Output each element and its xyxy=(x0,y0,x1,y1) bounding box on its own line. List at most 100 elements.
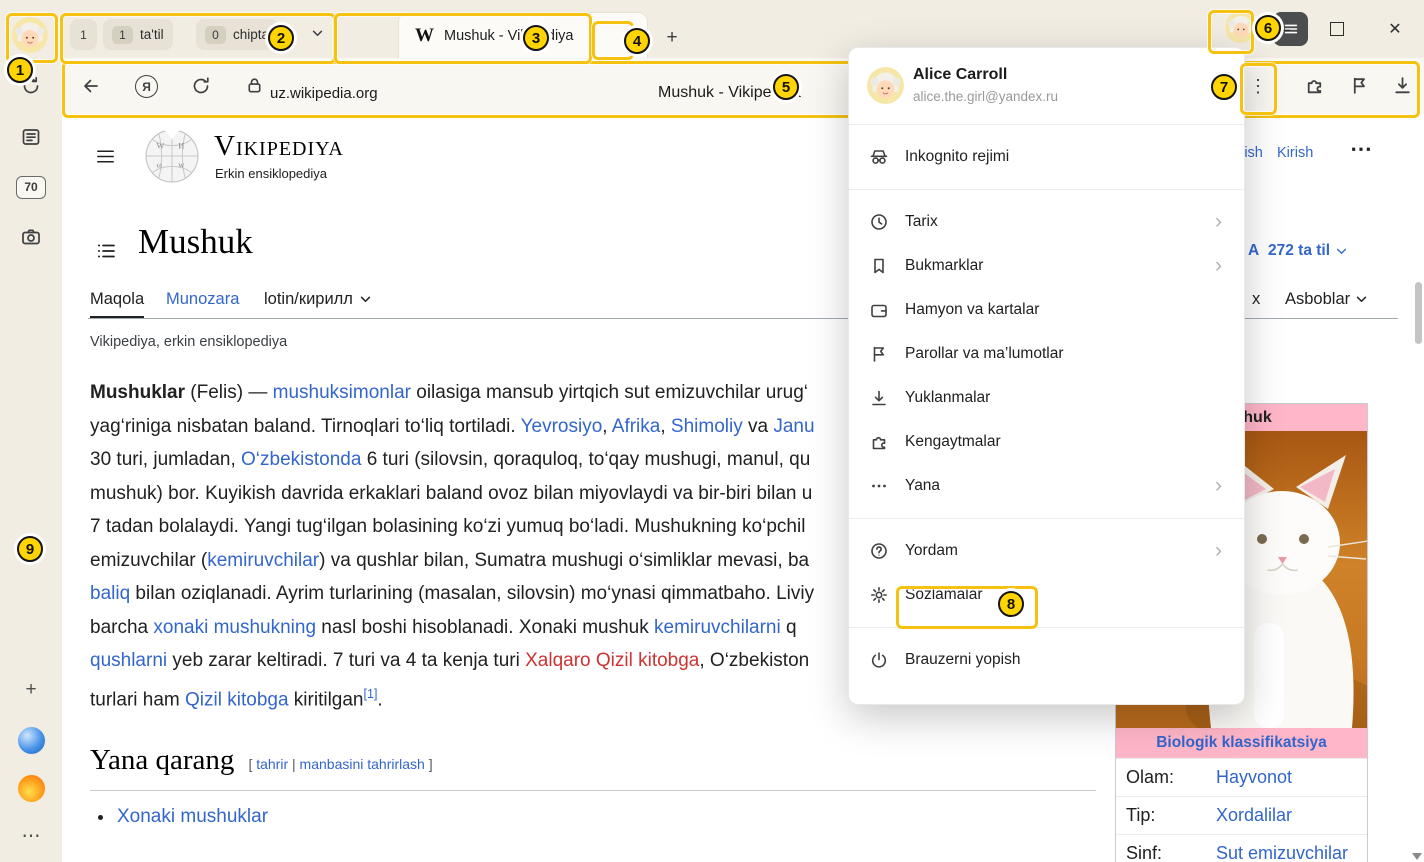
see-also-link[interactable]: Xonaki mushuklar xyxy=(117,806,268,828)
edit-source-link[interactable]: manbasini tahrirlash xyxy=(300,756,425,772)
menu-item-history[interactable]: Tarix› xyxy=(849,200,1244,244)
chevron-down-icon[interactable] xyxy=(312,30,323,37)
profile-avatar[interactable] xyxy=(12,17,48,53)
language-selector[interactable]: 272 ta til xyxy=(1268,242,1347,260)
help-icon xyxy=(869,541,889,561)
taxobox-row-value[interactable]: Xordalilar xyxy=(1216,805,1292,826)
tab-group-label: ta'til xyxy=(140,27,164,42)
tab-group-collapsed[interactable]: 1 xyxy=(70,19,97,50)
wiki-link[interactable]: mushuksimonlar xyxy=(273,382,411,403)
wiki-more-icon[interactable]: ⋯ xyxy=(1350,136,1373,162)
menu-divider xyxy=(849,518,1244,519)
lock-icon[interactable] xyxy=(245,76,267,98)
menu-item-label: Yana xyxy=(905,477,1199,495)
language-icon-partial: A xyxy=(1248,242,1259,260)
wiki-link[interactable]: Xalqaro Qizil kitobga xyxy=(525,650,699,671)
tools-menu[interactable]: Asboblar xyxy=(1285,290,1367,309)
browser-window: 70 + ⋯ 1 1 ta'til 0 chipta xyxy=(0,0,1424,862)
address-domain[interactable]: uz.wikipedia.org xyxy=(270,85,378,102)
wiki-link[interactable]: baliq xyxy=(90,583,130,604)
menu-item-downloads[interactable]: Yuklanmalar xyxy=(849,376,1244,420)
callout-6: 6 xyxy=(1255,15,1281,41)
tab-talk[interactable]: Munozara xyxy=(166,290,239,309)
chevron-right-icon: › xyxy=(1215,212,1222,232)
edit-link[interactable]: tahrir xyxy=(256,756,288,772)
taxobox-row: Tip:Xordalilar xyxy=(1116,796,1367,834)
tab-group-chipta[interactable]: 0 chipta xyxy=(196,19,278,50)
menu-item-settings[interactable]: Sozlamalar xyxy=(849,573,1244,617)
menu-items: Inkognito rejimi Tarix›Bukmarklar› Hamyon … xyxy=(849,125,1244,682)
wiki-link[interactable]: kemiruvchilar xyxy=(207,550,319,571)
taxobox-row-value[interactable]: Sut emizuvchilar xyxy=(1216,843,1348,862)
wiki-link[interactable]: Janu xyxy=(773,416,814,437)
menu-item-wallet[interactable]: Hamyon va kartalar xyxy=(849,288,1244,332)
collections-icon[interactable] xyxy=(0,125,62,149)
wiki-link[interactable]: Qizil kitobga xyxy=(185,689,289,710)
services-logo-icon[interactable] xyxy=(0,774,62,802)
maximize-button[interactable] xyxy=(1323,16,1351,42)
passwords-icon[interactable] xyxy=(1349,75,1371,97)
tab-group-label: chipta xyxy=(233,27,269,42)
profile-header[interactable]: Alice Carroll alice.the.girl@yandex.ru xyxy=(849,48,1244,125)
menu-item-help[interactable]: Yordam› xyxy=(849,529,1244,573)
wiki-text: q xyxy=(781,617,797,638)
score-badge[interactable]: 70 xyxy=(0,175,62,199)
wiki-link[interactable]: O‘zbekistonda xyxy=(241,449,361,470)
wiki-link[interactable]: Yevrosiyo xyxy=(521,416,603,437)
scroll-down-icon[interactable] xyxy=(1412,853,1422,860)
profile-avatar xyxy=(867,67,904,104)
back-button[interactable] xyxy=(80,75,102,97)
refresh-button[interactable] xyxy=(190,75,212,97)
wiki-link[interactable]: qushlarni xyxy=(90,650,167,671)
sidebar-more-icon[interactable]: ⋯ xyxy=(0,824,62,848)
menu-item-passwords[interactable]: Parollar va ma’lumotlar xyxy=(849,332,1244,376)
svg-text:И: И xyxy=(178,142,184,151)
yandex-search-icon[interactable]: Я xyxy=(135,75,157,97)
wikipedia-favicon: W xyxy=(415,25,434,47)
callout-2: 2 xyxy=(268,25,294,51)
wiki-link[interactable]: Afrika xyxy=(612,416,661,437)
wiki-menu-icon[interactable] xyxy=(95,146,116,167)
see-also-heading: Yana qarang[ tahrir | manbasini tahrirla… xyxy=(90,744,433,777)
scrollbar-thumb[interactable] xyxy=(1415,282,1422,344)
wiki-link[interactable]: Shimoliy xyxy=(671,416,743,437)
profile-name: Alice Carroll xyxy=(913,66,1007,84)
menu-item-extensions[interactable]: Kengaytmalar xyxy=(849,420,1244,464)
wiki-link[interactable]: [1] xyxy=(364,687,378,701)
downloads-icon[interactable] xyxy=(1392,75,1414,97)
tab-article[interactable]: Maqola xyxy=(90,290,144,318)
login-link[interactable]: Kirish xyxy=(1277,145,1313,161)
callout-3: 3 xyxy=(523,25,549,51)
wiki-text: mushuk) bor. Kuyikish davrida erkaklari … xyxy=(90,483,812,504)
taxobox-rows: Olam:HayvonotTip:XordalilarSinf:Sut emiz… xyxy=(1116,758,1367,862)
menu-item-label: Sozlamalar xyxy=(905,586,1222,604)
sidebar-add-icon[interactable]: + xyxy=(0,678,62,702)
taxobox-row-value[interactable]: Hayvonot xyxy=(1216,767,1292,788)
screenshot-icon[interactable] xyxy=(0,225,62,249)
taxobox-row-label: Sinf: xyxy=(1116,843,1216,862)
new-tab-button[interactable]: + xyxy=(658,24,686,52)
account-avatar[interactable] xyxy=(1225,11,1257,43)
close-window-button[interactable]: ✕ xyxy=(1381,16,1409,42)
menu-item-label: Hamyon va kartalar xyxy=(905,301,1222,319)
contents-list-icon[interactable] xyxy=(95,240,117,262)
wiki-link[interactable]: xonaki mushukning xyxy=(153,617,316,638)
menu-item-close-browser[interactable]: Brauzerni yopish xyxy=(849,638,1244,682)
wiki-link[interactable]: kemiruvchilarni xyxy=(654,617,781,638)
extensions-icon[interactable] xyxy=(1304,75,1326,97)
wiki-text: va xyxy=(743,416,774,437)
wiki-text: emizuvchilar ( xyxy=(90,550,207,571)
menu-item-bookmarks[interactable]: Bukmarklar› xyxy=(849,244,1244,288)
menu-item-more[interactable]: Yana› xyxy=(849,464,1244,508)
menu-divider xyxy=(849,627,1244,628)
wiki-wordmark[interactable]: Vikipediya xyxy=(214,130,344,163)
menu-item-incognito[interactable]: Inkognito rejimi xyxy=(849,135,1244,179)
tab-group-tatil[interactable]: 1 ta'til xyxy=(103,19,173,50)
more-vertical-icon[interactable]: ⋮ xyxy=(1247,75,1269,97)
tab-variant-selector[interactable]: lotin/кирилл xyxy=(264,290,371,309)
wikipedia-logo[interactable]: WИωw xyxy=(144,128,200,184)
browser-logo-icon[interactable] xyxy=(0,726,62,754)
menu-item-label: Inkognito rejimi xyxy=(905,148,1222,166)
callout-4: 4 xyxy=(624,28,650,54)
taxobox-section-header[interactable]: Biologik klassifikatsiya xyxy=(1116,728,1367,758)
